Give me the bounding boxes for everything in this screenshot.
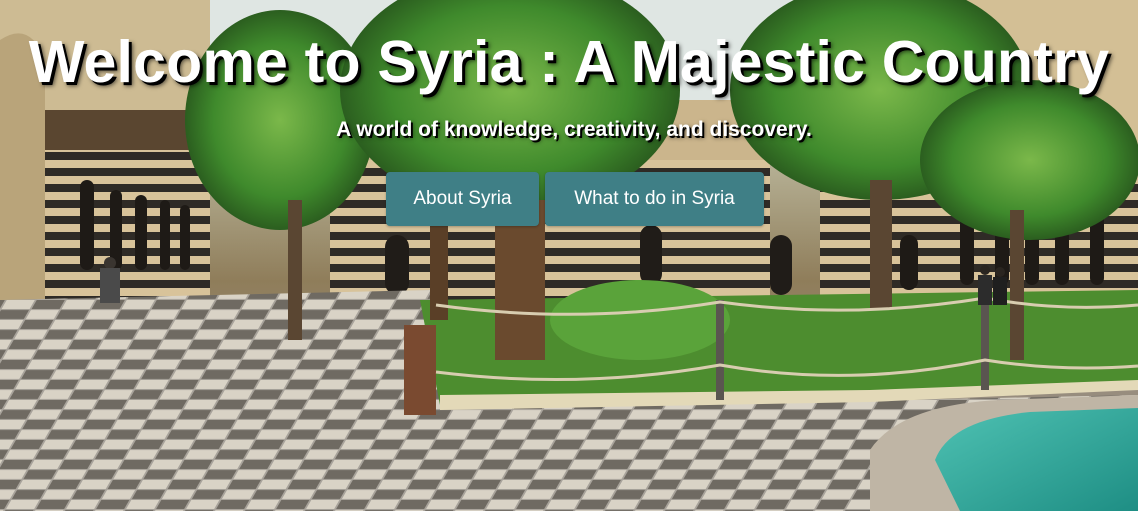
hero-button-row: About Syria What to do in Syria	[386, 172, 764, 226]
what-to-do-button[interactable]: What to do in Syria	[545, 172, 764, 226]
about-syria-button[interactable]: About Syria	[386, 172, 539, 226]
page-subtitle: A world of knowledge, creativity, and di…	[336, 118, 812, 141]
page-title: Welcome to Syria : A Majestic Country	[28, 29, 1110, 95]
hero-section: Welcome to Syria : A Majestic Country A …	[0, 0, 1138, 511]
